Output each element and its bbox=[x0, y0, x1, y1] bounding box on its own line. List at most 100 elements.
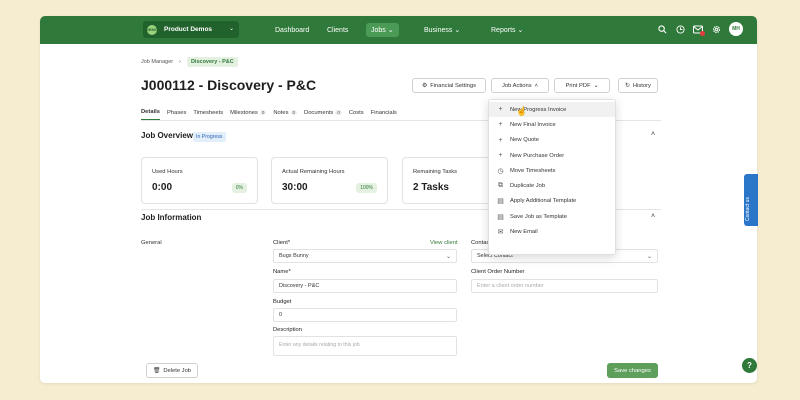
tab-documents-count: 0 bbox=[335, 110, 342, 115]
hand-cursor-icon: ☝ bbox=[516, 106, 528, 116]
org-name: Product Demos bbox=[164, 26, 213, 33]
used-hours-card: Used Hours 0:00 0% bbox=[141, 157, 258, 204]
nav-reports-label: Reports bbox=[491, 27, 516, 34]
client-select[interactable]: Bugs Bunny ⌄ bbox=[273, 249, 457, 263]
menu-save-as-template[interactable]: ▤ Save Job as Template bbox=[489, 209, 615, 224]
print-pdf-button[interactable]: Print PDF ⌄ bbox=[554, 78, 610, 93]
clock-icon[interactable] bbox=[675, 24, 685, 34]
nav-business-label: Business bbox=[424, 27, 453, 34]
used-hours-value: 0:00 bbox=[152, 182, 173, 193]
history-button[interactable]: ↻ History bbox=[618, 78, 658, 93]
save-changes-button[interactable]: Save changes bbox=[607, 363, 658, 378]
tab-milestones-label: Milestones bbox=[230, 109, 258, 116]
menu-apply-template[interactable]: ▤ Apply Additional Template bbox=[489, 194, 615, 209]
tab-timesheets[interactable]: Timesheets bbox=[193, 109, 223, 120]
menu-label: New Email bbox=[510, 229, 538, 236]
job-tabs: Details Phases Timesheets Milestones 0 No… bbox=[141, 109, 397, 120]
tab-documents-label: Documents bbox=[304, 109, 334, 116]
chevron-down-icon: ⌄ bbox=[454, 27, 461, 34]
menu-new-quote[interactable]: + New Quote bbox=[489, 133, 615, 148]
plus-icon: + bbox=[498, 152, 503, 160]
delete-job-button[interactable]: 🗑 Delete Job bbox=[146, 363, 198, 378]
trash-icon: 🗑 bbox=[152, 367, 161, 374]
collapse-overview-icon[interactable]: ˄ bbox=[651, 131, 655, 138]
tab-notes-label: Notes bbox=[273, 109, 289, 116]
client-order-input[interactable]: Enter a client order number bbox=[471, 279, 658, 293]
contact-us-label: Contact us bbox=[745, 197, 751, 221]
tab-notes-count: 0 bbox=[290, 110, 298, 115]
chevron-right-icon: › bbox=[179, 59, 181, 65]
tab-phases[interactable]: Phases bbox=[167, 109, 186, 120]
description-label: Description bbox=[273, 327, 302, 333]
avatar[interactable]: MH bbox=[729, 22, 743, 36]
tab-documents[interactable]: Documents 0 bbox=[304, 109, 342, 120]
tab-notes[interactable]: Notes 0 bbox=[273, 109, 298, 120]
nav-dashboard[interactable]: Dashboard bbox=[270, 24, 314, 37]
chevron-down-icon: ⌄ bbox=[517, 27, 524, 34]
gear-icon[interactable] bbox=[711, 24, 721, 34]
top-navigation-bar: DEMO Product Demos ⌄ Dashboard Clients J… bbox=[40, 16, 757, 44]
menu-new-progress-invoice[interactable]: + New Progress Invoice bbox=[489, 102, 615, 118]
tab-details[interactable]: Details bbox=[141, 109, 161, 120]
chevron-down-icon: ⌄ bbox=[445, 254, 451, 260]
help-button[interactable]: ? bbox=[742, 358, 757, 373]
status-badge: In Progress bbox=[193, 132, 226, 142]
remaining-hours-percent: 100% bbox=[356, 183, 377, 193]
job-information-title: Job Information bbox=[141, 213, 202, 222]
org-logo: DEMO bbox=[146, 24, 158, 35]
used-hours-label: Used Hours bbox=[152, 169, 183, 175]
menu-label: New Final Invoice bbox=[510, 121, 556, 128]
notifications-icon[interactable] bbox=[693, 24, 705, 36]
org-switcher[interactable]: DEMO Product Demos ⌄ bbox=[143, 21, 239, 38]
client-value: Bugs Bunny bbox=[279, 253, 309, 259]
client-order-placeholder: Enter a client order number bbox=[477, 283, 544, 289]
menu-duplicate-job[interactable]: ⧉ Duplicate Job bbox=[489, 178, 615, 193]
copy-icon: ⧉ bbox=[498, 182, 503, 190]
remaining-hours-card: Actual Remaining Hours 30:00 100% bbox=[271, 157, 388, 204]
client-label: Client* bbox=[273, 240, 291, 246]
tab-milestones[interactable]: Milestones 0 bbox=[230, 109, 267, 120]
tab-financials[interactable]: Financials bbox=[371, 109, 397, 120]
description-placeholder: Enter any details relating to this job bbox=[279, 342, 360, 348]
main-nav: Dashboard bbox=[270, 16, 314, 44]
nav-clients[interactable]: Clients bbox=[322, 24, 353, 37]
app-window: DEMO Product Demos ⌄ Dashboard Clients J… bbox=[40, 16, 757, 383]
clock-icon: ◷ bbox=[497, 167, 504, 175]
search-icon[interactable] bbox=[657, 24, 667, 34]
menu-label: Save Job as Template bbox=[510, 213, 567, 220]
nav-reports[interactable]: Reports ⌄ bbox=[486, 23, 528, 37]
nav-business[interactable]: Business ⌄ bbox=[419, 23, 465, 37]
budget-input[interactable]: 0 bbox=[273, 308, 457, 322]
financial-settings-button[interactable]: ⚙ Financial Settings bbox=[412, 78, 486, 93]
job-actions-label: Job Actions bbox=[501, 82, 532, 89]
chevron-down-icon: ⌄ bbox=[228, 26, 234, 32]
collapse-info-icon[interactable]: ˄ bbox=[651, 213, 655, 220]
nav-jobs[interactable]: Jobs ⌄ bbox=[366, 23, 399, 37]
tab-financials-label: Financials bbox=[370, 109, 397, 116]
menu-new-email[interactable]: ✉ New Email bbox=[489, 224, 615, 239]
main-nav-jobs-wrap: Jobs ⌄ bbox=[366, 16, 399, 44]
menu-label: Apply Additional Template bbox=[510, 198, 577, 205]
tab-phases-label: Phases bbox=[167, 109, 187, 116]
nav-jobs-label: Jobs bbox=[371, 27, 386, 34]
name-input[interactable]: Discovery - P&C bbox=[273, 279, 457, 293]
breadcrumb-current: Discovery - P&C bbox=[186, 57, 238, 67]
menu-move-timesheets[interactable]: ◷ Move Timesheets bbox=[489, 163, 615, 178]
top-icons: MH bbox=[657, 22, 743, 36]
menu-new-purchase-order[interactable]: + New Purchase Order bbox=[489, 148, 615, 163]
budget-label: Budget bbox=[273, 299, 292, 305]
job-actions-button[interactable]: Job Actions ˄ bbox=[491, 78, 549, 93]
description-input[interactable]: Enter any details relating to this job bbox=[273, 336, 457, 356]
breadcrumb-root[interactable]: Job Manager bbox=[141, 59, 173, 65]
email-icon: ✉ bbox=[497, 229, 504, 237]
view-client-link[interactable]: View client bbox=[430, 240, 458, 246]
plus-icon: + bbox=[498, 121, 503, 129]
template-icon: ▤ bbox=[497, 213, 504, 221]
tab-milestones-count: 0 bbox=[259, 110, 267, 115]
plus-icon: + bbox=[498, 136, 503, 144]
menu-new-final-invoice[interactable]: + New Final Invoice bbox=[489, 117, 615, 132]
remaining-tasks-value: 2 Tasks bbox=[413, 182, 449, 193]
menu-label: Duplicate Job bbox=[510, 183, 546, 190]
tab-costs[interactable]: Costs bbox=[349, 109, 364, 120]
history-label: History bbox=[632, 82, 651, 89]
